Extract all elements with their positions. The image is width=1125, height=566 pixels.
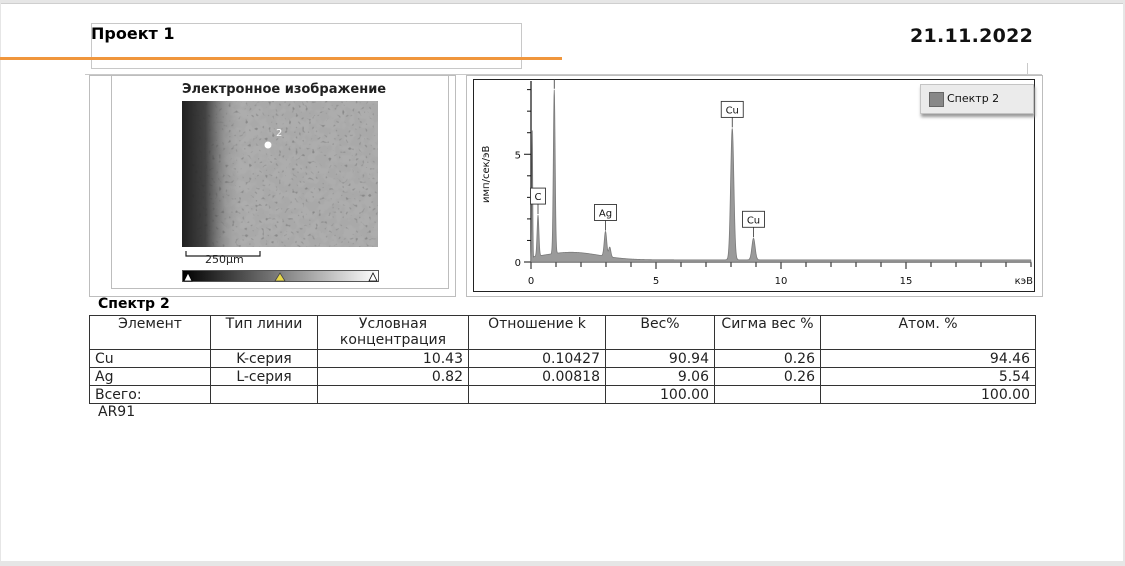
peak-label-text: Cu	[747, 215, 760, 226]
cell-atomic: 94.46	[820, 349, 1036, 368]
cell-weight-sigma	[714, 385, 821, 404]
cell-element: Всего:	[89, 385, 211, 404]
cell-k-ratio: 0.10427	[468, 349, 606, 368]
scale-bar-label: 250µm	[205, 253, 244, 266]
y-tick-label: 0	[515, 258, 521, 269]
cell-element: Cu	[89, 349, 211, 368]
cell-weight: 90.94	[605, 349, 715, 368]
header-concentration: Условная концентрация	[317, 315, 469, 350]
cell-weight-sigma: 0.26	[714, 367, 821, 386]
cell-line-type: K-серия	[210, 349, 318, 368]
cell-concentration: 0.82	[317, 367, 469, 386]
legend-entry: Спектр 2	[947, 92, 1000, 105]
y-axis-label: имп/сек/эВ	[481, 146, 492, 203]
header-element: Элемент	[89, 315, 211, 350]
chart-legend: Спектр 2	[920, 84, 1034, 114]
x-tick-label: 10	[775, 276, 788, 287]
cell-weight: 100.00	[605, 385, 715, 404]
cell-concentration	[317, 385, 469, 404]
peak-label-text: C	[535, 192, 542, 203]
contrast-colorbar	[182, 270, 379, 282]
peak-label-text: Cu	[726, 105, 739, 116]
table-header-row: Элемент Тип линии Условная концентрация …	[89, 315, 1036, 350]
header-weight-sigma: Сигма вес %	[714, 315, 821, 350]
table-row: Cu K-серия 10.43 0.10427 90.94 0.26 94.4…	[89, 349, 1036, 368]
results-table: Элемент Тип линии Условная концентрация …	[89, 315, 1036, 404]
peak-label-text: Ag	[599, 208, 612, 219]
header-line-type: Тип линии	[210, 315, 318, 350]
header-accent-line	[0, 57, 562, 60]
x-axis-label: кэВ	[1015, 276, 1034, 287]
spectrum-marker-label: 2	[276, 128, 282, 139]
header-k-ratio: Отношение k	[468, 315, 606, 350]
electron-image: 2	[182, 101, 378, 247]
cell-k-ratio	[468, 385, 606, 404]
sample-name: AR91	[98, 404, 136, 420]
legend-swatch	[929, 92, 944, 107]
x-tick-label: 15	[900, 276, 913, 287]
cell-k-ratio: 0.00818	[468, 367, 606, 386]
table-row-total: Всего: 100.00 100.00	[89, 385, 1036, 404]
cell-weight-sigma: 0.26	[714, 349, 821, 368]
cell-concentration: 10.43	[317, 349, 469, 368]
cell-element: Ag	[89, 367, 211, 386]
project-title: Проект 1	[91, 24, 175, 43]
header-weight: Вес%	[605, 315, 715, 350]
cell-atomic: 100.00	[820, 385, 1036, 404]
header-atomic: Атом. %	[820, 315, 1036, 350]
cell-line-type: L-серия	[210, 367, 318, 386]
table-row: Ag L-серия 0.82 0.00818 9.06 0.26 5.54	[89, 367, 1036, 386]
cell-line-type	[210, 385, 318, 404]
results-heading: Спектр 2	[98, 296, 170, 312]
cell-weight: 9.06	[605, 367, 715, 386]
report-date: 21.11.2022	[910, 25, 1034, 47]
y-tick-label: 5	[515, 150, 521, 161]
x-tick-label: 0	[528, 276, 534, 287]
section-divider	[1027, 63, 1028, 75]
x-tick-label: 5	[653, 276, 659, 287]
electron-image-title: Электронное изображение	[182, 82, 387, 97]
cell-atomic: 5.54	[820, 367, 1036, 386]
